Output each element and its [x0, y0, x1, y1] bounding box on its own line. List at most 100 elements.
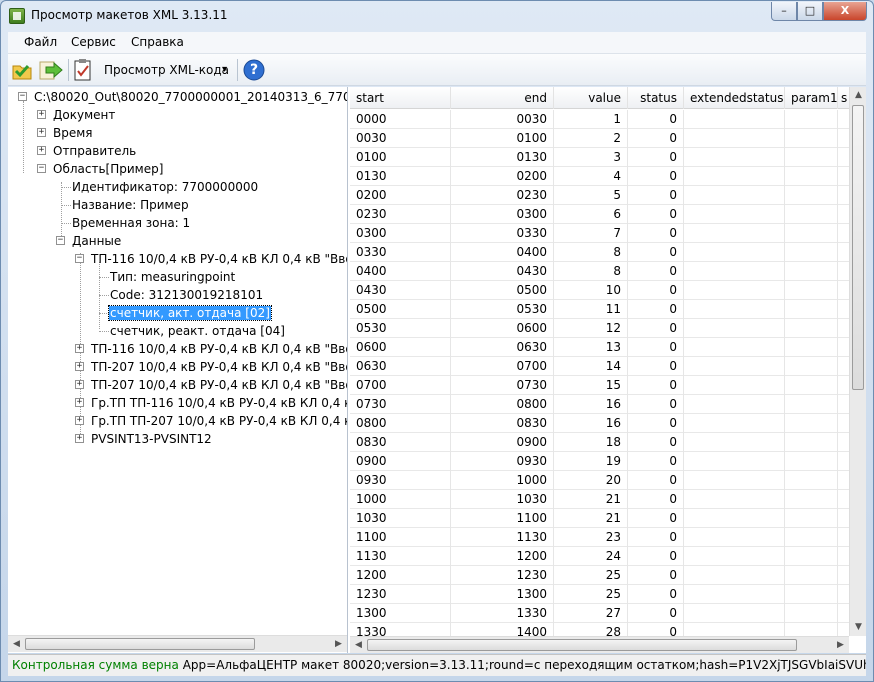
column-header-end[interactable]: end — [451, 87, 554, 109]
table-row[interactable]: 0830 0900 18 0 — [350, 433, 849, 452]
cell-end[interactable]: 0900 — [451, 433, 554, 452]
cell-status[interactable]: 0 — [628, 490, 684, 509]
grid-vertical-scrollbar[interactable]: ▲ ▼ — [849, 87, 866, 636]
cell-status[interactable]: 0 — [628, 585, 684, 604]
cell-start[interactable]: 0600 — [350, 338, 451, 357]
cell-status[interactable]: 0 — [628, 357, 684, 376]
cell-end[interactable]: 0830 — [451, 414, 554, 433]
table-row[interactable]: 0930 1000 20 0 — [350, 471, 849, 490]
cell-param1[interactable] — [785, 205, 838, 224]
cell-status[interactable]: 0 — [628, 148, 684, 167]
cell-value[interactable]: 6 — [554, 205, 628, 224]
cell-start[interactable]: 0900 — [350, 452, 451, 471]
cell-start[interactable]: 1100 — [350, 528, 451, 547]
tree-panel[interactable]: − C:\80020_Out\80020_7700000001_20140313… — [8, 87, 348, 653]
expand-icon[interactable]: + — [37, 110, 46, 119]
cell-start[interactable]: 0100 — [350, 148, 451, 167]
cell-status[interactable]: 0 — [628, 376, 684, 395]
cell-value[interactable]: 3 — [554, 148, 628, 167]
cell-param1[interactable] — [785, 338, 838, 357]
table-row[interactable]: 1100 1130 23 0 — [350, 528, 849, 547]
cell-value[interactable]: 10 — [554, 281, 628, 300]
cell-param1[interactable] — [785, 547, 838, 566]
scroll-right-icon[interactable]: ▶ — [832, 637, 849, 653]
cell-extendedstatus[interactable] — [684, 547, 785, 566]
table-row[interactable]: 0900 0930 19 0 — [350, 452, 849, 471]
cell-end[interactable]: 1230 — [451, 566, 554, 585]
cell-status[interactable]: 0 — [628, 300, 684, 319]
scroll-down-icon[interactable]: ▼ — [850, 619, 866, 636]
cell-param1[interactable] — [785, 395, 838, 414]
cell-end[interactable]: 0200 — [451, 167, 554, 186]
cell-value[interactable]: 25 — [554, 585, 628, 604]
cell-value[interactable]: 14 — [554, 357, 628, 376]
cell-start[interactable]: 0730 — [350, 395, 451, 414]
cell-param1[interactable] — [785, 357, 838, 376]
cell-status[interactable]: 0 — [628, 129, 684, 148]
cell-start[interactable]: 1130 — [350, 547, 451, 566]
cell-value[interactable]: 23 — [554, 528, 628, 547]
cell-extendedstatus[interactable] — [684, 338, 785, 357]
cell-start[interactable]: 0130 — [350, 167, 451, 186]
expand-icon[interactable]: + — [75, 434, 84, 443]
column-header-start[interactable]: start — [350, 87, 451, 109]
table-row[interactable]: 0500 0530 11 0 — [350, 300, 849, 319]
cell-extendedstatus[interactable] — [684, 585, 785, 604]
cell-extendedstatus[interactable] — [684, 566, 785, 585]
cell-end[interactable]: 1130 — [451, 528, 554, 547]
table-row[interactable]: 1030 1100 21 0 — [350, 509, 849, 528]
scroll-thumb[interactable] — [25, 638, 255, 650]
table-row[interactable]: 0730 0800 16 0 — [350, 395, 849, 414]
view-xml-dropdown[interactable]: Просмотр XML-кода ▾ — [98, 58, 236, 82]
cell-extendedstatus[interactable] — [684, 452, 785, 471]
column-header-extendedstatus[interactable]: extendedstatus — [684, 87, 785, 109]
menu-help[interactable]: Справка — [131, 35, 184, 49]
cell-value[interactable]: 27 — [554, 604, 628, 623]
cell-value[interactable]: 2 — [554, 129, 628, 148]
cell-param1[interactable] — [785, 528, 838, 547]
table-row[interactable]: 0100 0130 3 0 — [350, 148, 849, 167]
cell-value[interactable]: 8 — [554, 243, 628, 262]
expand-icon[interactable]: + — [75, 362, 84, 371]
collapse-icon[interactable]: − — [37, 164, 46, 173]
cell-param1[interactable] — [785, 148, 838, 167]
cell-value[interactable]: 7 — [554, 224, 628, 243]
table-row[interactable]: 0630 0700 14 0 — [350, 357, 849, 376]
cell-value[interactable]: 16 — [554, 395, 628, 414]
cell-end[interactable]: 1200 — [451, 547, 554, 566]
cell-start[interactable]: 1000 — [350, 490, 451, 509]
cell-extendedstatus[interactable] — [684, 186, 785, 205]
cell-value[interactable]: 13 — [554, 338, 628, 357]
expand-icon[interactable]: + — [75, 344, 84, 353]
cell-extendedstatus[interactable] — [684, 167, 785, 186]
cell-start[interactable]: 0330 — [350, 243, 451, 262]
cell-extendedstatus[interactable] — [684, 129, 785, 148]
cell-value[interactable]: 8 — [554, 262, 628, 281]
cell-end[interactable]: 0300 — [451, 205, 554, 224]
maximize-button[interactable]: □ — [797, 2, 823, 21]
menu-service[interactable]: Сервис — [71, 35, 116, 49]
cell-start[interactable]: 0400 — [350, 262, 451, 281]
table-row[interactable]: 0800 0830 16 0 — [350, 414, 849, 433]
tree-node-name[interactable]: Название: Пример — [72, 196, 189, 214]
scroll-up-icon[interactable]: ▲ — [850, 87, 866, 104]
table-row[interactable]: 0600 0630 13 0 — [350, 338, 849, 357]
cell-extendedstatus[interactable] — [684, 319, 785, 338]
cell-status[interactable]: 0 — [628, 604, 684, 623]
table-row[interactable]: 0000 0030 1 0 — [350, 110, 849, 129]
title-bar[interactable]: Просмотр макетов XML 3.13.11 – □ X — [1, 1, 873, 31]
cell-end[interactable]: 0500 — [451, 281, 554, 300]
cell-status[interactable]: 0 — [628, 452, 684, 471]
cell-end[interactable]: 0600 — [451, 319, 554, 338]
cell-param1[interactable] — [785, 319, 838, 338]
collapse-icon[interactable]: − — [56, 236, 65, 245]
cell-status[interactable]: 0 — [628, 414, 684, 433]
table-row[interactable]: 1000 1030 21 0 — [350, 490, 849, 509]
tree-node-meter-active[interactable]: счетчик, акт. отдача [02] — [108, 304, 272, 322]
cell-start[interactable]: 1200 — [350, 566, 451, 585]
cell-status[interactable]: 0 — [628, 547, 684, 566]
cell-param1[interactable] — [785, 243, 838, 262]
cell-status[interactable]: 0 — [628, 528, 684, 547]
cell-param1[interactable] — [785, 300, 838, 319]
cell-end[interactable]: 0130 — [451, 148, 554, 167]
